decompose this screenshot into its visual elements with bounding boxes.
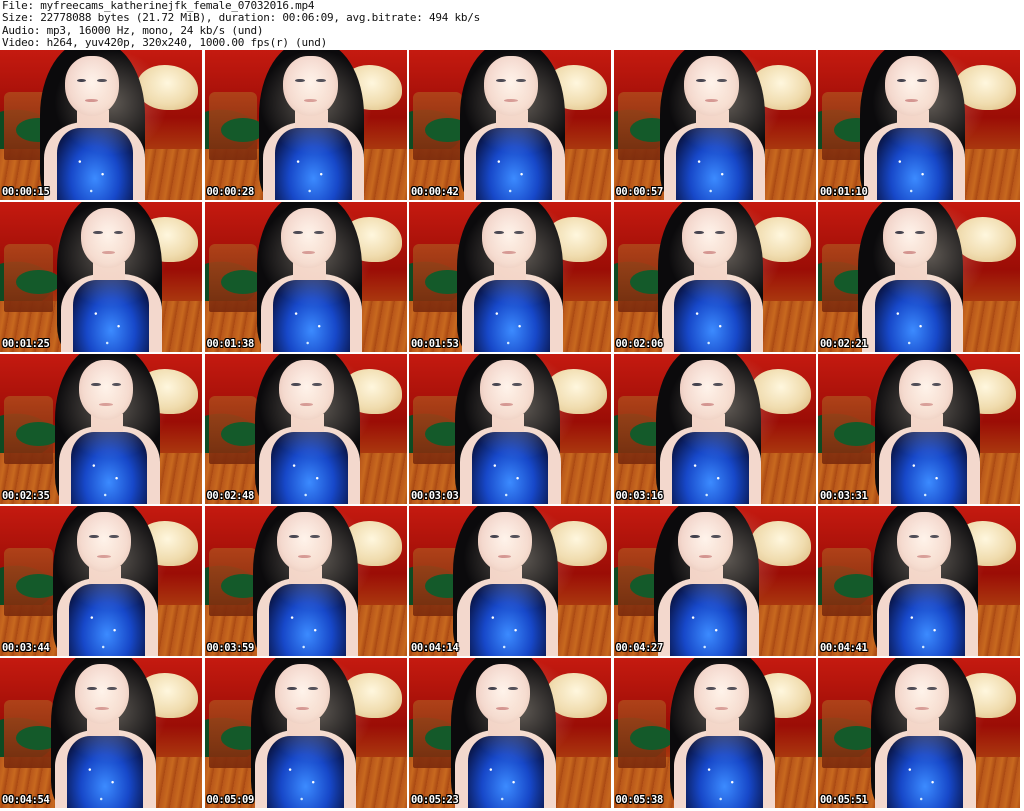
video-thumbnail: 00:00:15 bbox=[0, 50, 202, 200]
thumbnail-timestamp: 00:03:16 bbox=[615, 490, 664, 502]
thumbnail-timestamp: 00:00:15 bbox=[2, 186, 50, 198]
video-thumbnail: 00:02:35 bbox=[0, 354, 202, 504]
thumbnail-timestamp: 00:00:57 bbox=[615, 186, 664, 198]
thumbnail-timestamp: 00:02:35 bbox=[2, 490, 50, 502]
thumbnail-timestamp: 00:01:38 bbox=[206, 338, 255, 350]
thumbnail-timestamp: 00:04:14 bbox=[411, 642, 459, 654]
video-info-line: Video: h264, yuv420p, 320x240, 1000.00 f… bbox=[2, 35, 328, 49]
video-thumbnail: 00:01:53 bbox=[409, 202, 611, 352]
thumbnail-timestamp: 00:02:06 bbox=[615, 338, 664, 350]
video-thumbnail: 00:03:16 bbox=[613, 354, 816, 504]
video-thumbnail: 00:00:42 bbox=[409, 50, 611, 200]
thumbnail-timestamp: 00:05:51 bbox=[820, 794, 868, 806]
video-thumbnail: 00:00:28 bbox=[204, 50, 407, 200]
video-thumbnail: 00:05:23 bbox=[409, 658, 611, 808]
video-thumbnail: 00:05:38 bbox=[613, 658, 816, 808]
file-info-header: File: myfreecams_katherinejfk_female_070… bbox=[2, 0, 1022, 50]
video-thumbnail: 00:02:21 bbox=[818, 202, 1020, 352]
thumbnail-timestamp: 00:00:42 bbox=[411, 186, 459, 198]
video-thumbnail: 00:04:54 bbox=[0, 658, 202, 808]
thumbnail-timestamp: 00:01:10 bbox=[820, 186, 868, 198]
video-thumbnail: 00:02:06 bbox=[613, 202, 816, 352]
video-thumbnail: 00:04:27 bbox=[613, 506, 816, 656]
video-thumbnail: 00:00:57 bbox=[613, 50, 816, 200]
file-size-line: Size: 22778088 bytes (21.72 MiB), durati… bbox=[2, 11, 480, 25]
video-thumbnail: 00:03:03 bbox=[409, 354, 611, 504]
video-thumbnail: 00:01:25 bbox=[0, 202, 202, 352]
thumbnail-timestamp: 00:04:41 bbox=[820, 642, 868, 654]
thumbnail-timestamp: 00:03:03 bbox=[411, 490, 459, 502]
thumbnail-timestamp: 00:01:53 bbox=[411, 338, 459, 350]
thumbnail-timestamp: 00:05:23 bbox=[411, 794, 459, 806]
thumbnail-timestamp: 00:01:25 bbox=[2, 338, 50, 350]
thumbnail-timestamp: 00:03:44 bbox=[2, 642, 50, 654]
thumbnail-timestamp: 00:05:09 bbox=[206, 794, 255, 806]
video-thumbnail: 00:05:51 bbox=[818, 658, 1020, 808]
thumbnail-timestamp: 00:02:48 bbox=[206, 490, 255, 502]
thumbnail-timestamp: 00:03:31 bbox=[820, 490, 868, 502]
thumbnail-grid: 00:00:15 00:00:28 00:00:42 00:00:57 00:01:10… bbox=[0, 50, 1024, 811]
thumbnail-timestamp: 00:04:54 bbox=[2, 794, 50, 806]
thumbnail-timestamp: 00:04:27 bbox=[615, 642, 664, 654]
video-thumbnail: 00:03:44 bbox=[0, 506, 202, 656]
thumbnail-timestamp: 00:05:38 bbox=[615, 794, 664, 806]
video-thumbnail: 00:01:10 bbox=[818, 50, 1020, 200]
thumbnail-timestamp: 00:02:21 bbox=[820, 338, 868, 350]
thumbnail-timestamp: 00:00:28 bbox=[206, 186, 255, 198]
video-thumbnail: 00:03:31 bbox=[818, 354, 1020, 504]
video-thumbnail: 00:04:41 bbox=[818, 506, 1020, 656]
video-thumbnail: 00:04:14 bbox=[409, 506, 611, 656]
video-thumbnail: 00:05:09 bbox=[204, 658, 407, 808]
video-thumbnail: 00:01:38 bbox=[204, 202, 407, 352]
thumbnail-timestamp: 00:03:59 bbox=[206, 642, 255, 654]
video-thumbnail: 00:03:59 bbox=[204, 506, 407, 656]
video-thumbnail: 00:02:48 bbox=[204, 354, 407, 504]
